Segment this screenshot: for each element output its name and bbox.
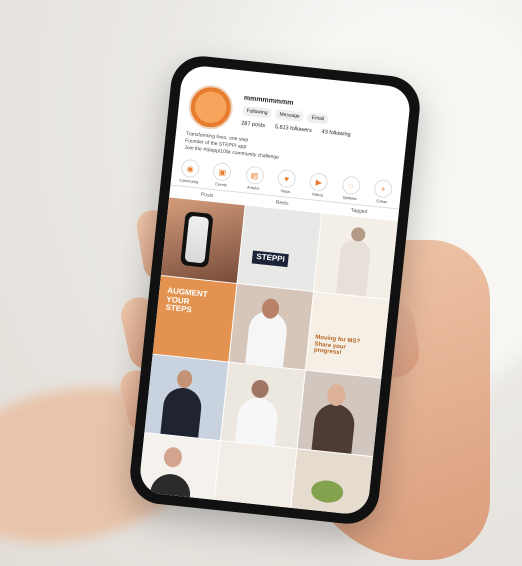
post-tile[interactable]: Moving for MS? Share your progress! xyxy=(305,292,390,378)
tab-reels[interactable]: Reels xyxy=(275,200,288,207)
post-tile[interactable]: AUGMENT YOUR STEPS xyxy=(152,276,237,362)
person-image xyxy=(245,309,289,368)
phone-image xyxy=(180,211,214,269)
post-caption: AUGMENT YOUR STEPS xyxy=(165,286,209,315)
person-image xyxy=(335,237,372,297)
person-icon: ◉ xyxy=(180,158,201,179)
post-tile[interactable] xyxy=(160,197,245,284)
tab-posts[interactable]: Posts xyxy=(201,192,214,199)
followers-count: 5,613 followers xyxy=(274,124,312,134)
food-plate xyxy=(310,479,345,505)
highlight-label: Updates xyxy=(342,195,357,202)
profile-avatar[interactable] xyxy=(186,83,235,132)
post-tile[interactable] xyxy=(289,449,374,516)
post-tile[interactable] xyxy=(229,284,313,370)
plus-icon: + xyxy=(373,179,394,199)
post-tile[interactable] xyxy=(220,362,305,449)
posts-count: 287 posts xyxy=(240,120,266,130)
highlight-item[interactable]: ◌ Updates xyxy=(339,175,361,202)
post-tile[interactable]: STEPPI xyxy=(237,205,322,292)
play-icon: ▶ xyxy=(308,172,329,193)
highlight-label: Community xyxy=(179,178,199,185)
post-tile[interactable] xyxy=(314,213,398,300)
photo-scene: mmmmmmmm Following Message Email 287 pos… xyxy=(0,0,522,566)
highlight-label: Steps xyxy=(280,189,291,195)
post-tile[interactable] xyxy=(297,370,382,457)
highlight-item[interactable]: ♥ Steps xyxy=(275,168,297,195)
person-head xyxy=(162,446,183,469)
email-button[interactable]: Email xyxy=(307,112,329,125)
bell-icon: ◌ xyxy=(341,175,361,196)
post-caption: Moving for MS? Share your progress! xyxy=(313,334,361,357)
highlight-item[interactable]: ▶ Videos xyxy=(307,172,329,198)
highlight-item[interactable]: ◉ Community xyxy=(179,158,201,185)
highlight-item[interactable]: + Extras xyxy=(372,179,394,205)
post-grid: STEPPI AUGMENT YOUR STEPS Moving for MS?… xyxy=(138,197,398,516)
highlight-item[interactable]: ▣ Events xyxy=(211,162,233,188)
person-head xyxy=(176,369,194,390)
person-head xyxy=(250,379,270,400)
highlight-label: Articles xyxy=(246,185,260,192)
post-caption: STEPPI xyxy=(251,250,290,267)
highlight-item[interactable]: ▤ Articles xyxy=(243,165,265,191)
tab-tagged[interactable]: Tagged xyxy=(351,208,368,216)
post-tile[interactable] xyxy=(144,354,229,441)
smartphone: mmmmmmmm Following Message Email 287 pos… xyxy=(127,53,423,527)
calendar-icon: ▣ xyxy=(212,162,233,182)
person-image xyxy=(234,396,280,447)
highlight-label: Extras xyxy=(376,199,388,205)
message-button[interactable]: Message xyxy=(274,109,305,123)
article-icon: ▤ xyxy=(244,165,265,186)
following-button[interactable]: Following xyxy=(242,105,273,119)
highlight-label: Events xyxy=(215,182,227,188)
heart-icon: ♥ xyxy=(276,168,297,189)
highlight-label: Videos xyxy=(311,192,324,198)
following-count: 43 following xyxy=(321,129,351,139)
post-tile[interactable] xyxy=(212,441,297,516)
person-image xyxy=(160,386,204,439)
person-image xyxy=(311,402,357,455)
phone-screen: mmmmmmmm Following Message Email 287 pos… xyxy=(138,64,412,516)
